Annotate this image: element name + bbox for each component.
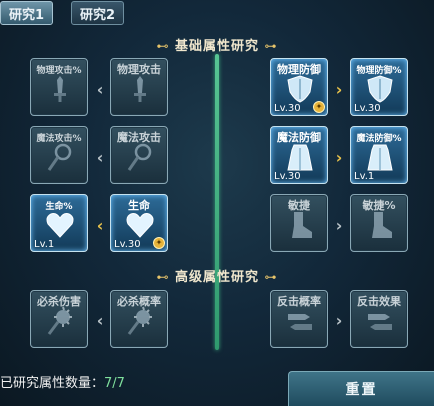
skill-phys-def[interactable]: 物理防御 Lv.30 ✦ (270, 58, 328, 116)
ornament-right-icon: ⊶ (264, 270, 278, 284)
skill-level: Lv.30 (354, 103, 381, 114)
skill-crit-rate[interactable]: 必杀概率 (110, 290, 168, 348)
boot-icon (372, 212, 392, 238)
skill-level: Lv.30 (114, 239, 141, 250)
researched-count-label: 已研究属性数量： (0, 376, 105, 391)
sword-icon (134, 76, 146, 102)
thumb-badge-icon: ✦ (313, 101, 325, 113)
skill-phys-atk-pct[interactable]: 物理攻击% (30, 58, 88, 116)
skill-phys-def-pct[interactable]: 物理防御% Lv.30 (350, 58, 408, 116)
staff-icon (47, 143, 72, 171)
researched-count: 已研究属性数量：7/7 (0, 372, 125, 391)
robe-icon (367, 144, 393, 171)
research-panel: 研究1 研究2 ⊷ 基础属性研究 ⊶ 物理攻击% ‹ 物理攻击 物理防御 Lv. (0, 0, 434, 406)
skill-crit-dmg[interactable]: 必杀伤害 (30, 290, 88, 348)
center-divider (215, 54, 219, 350)
heart-icon (46, 213, 74, 238)
tab-research-1[interactable]: 研究1 (0, 1, 54, 25)
skill-level: Lv.30 (274, 171, 301, 182)
skill-agility-pct[interactable]: 敏捷% (350, 194, 408, 252)
robe-icon (287, 144, 313, 171)
shield-icon (367, 75, 393, 103)
sword-icon (54, 76, 66, 102)
skill-level: Lv.30 (274, 103, 301, 114)
crossed-swords-icon (368, 314, 392, 330)
spiked-mace-icon (127, 306, 152, 335)
shield-icon (287, 75, 313, 103)
crossed-swords-icon (288, 314, 312, 330)
skill-mag-atk[interactable]: 魔法攻击 (110, 126, 168, 184)
skill-hp-pct[interactable]: 生命% Lv.1 (30, 194, 88, 252)
spiked-mace-icon (47, 306, 72, 335)
ornament-right-icon: ⊶ (264, 39, 278, 53)
basic-section-title: ⊷ 基础属性研究 ⊶ (0, 35, 434, 54)
arrow-right-icon: › (335, 148, 343, 167)
arrow-left-icon: ‹ (96, 311, 104, 330)
research-tabs: 研究1 研究2 (0, 0, 125, 26)
skill-level: Lv.1 (354, 171, 375, 182)
arrow-right-icon: › (335, 311, 343, 330)
ornament-left-icon: ⊷ (156, 270, 170, 284)
arrow-right-icon: › (335, 216, 343, 235)
heart-icon (126, 213, 154, 238)
arrow-left-icon: ‹ (96, 216, 104, 235)
skill-phys-atk[interactable]: 物理攻击 (110, 58, 168, 116)
skill-hp[interactable]: 生命 Lv.30 ✦ (110, 194, 168, 252)
thumb-badge-icon: ✦ (153, 237, 165, 249)
researched-count-value: 7/7 (104, 376, 125, 391)
skill-level: Lv.1 (34, 239, 55, 250)
ornament-left-icon: ⊷ (156, 39, 170, 53)
skill-agility[interactable]: 敏捷 (270, 194, 328, 252)
arrow-right-icon: › (335, 80, 343, 99)
skill-mag-def[interactable]: 魔法防御 Lv.30 (270, 126, 328, 184)
skill-mag-atk-pct[interactable]: 魔法攻击% (30, 126, 88, 184)
reset-button[interactable]: 重置 (288, 371, 434, 406)
tab-research-2[interactable]: 研究2 (71, 1, 125, 25)
boot-icon (292, 212, 312, 238)
staff-icon (127, 143, 152, 171)
arrow-left-icon: ‹ (96, 80, 104, 99)
advanced-section-title: ⊷ 高级属性研究 ⊶ (0, 266, 434, 285)
arrow-left-icon: ‹ (96, 148, 104, 167)
basic-title-text: 基础属性研究 (174, 39, 259, 54)
skill-counter-effect[interactable]: 反击效果 (350, 290, 408, 348)
advanced-title-text: 高级属性研究 (174, 270, 259, 285)
skill-counter-rate[interactable]: 反击概率 (270, 290, 328, 348)
skill-mag-def-pct[interactable]: 魔法防御% Lv.1 (350, 126, 408, 184)
